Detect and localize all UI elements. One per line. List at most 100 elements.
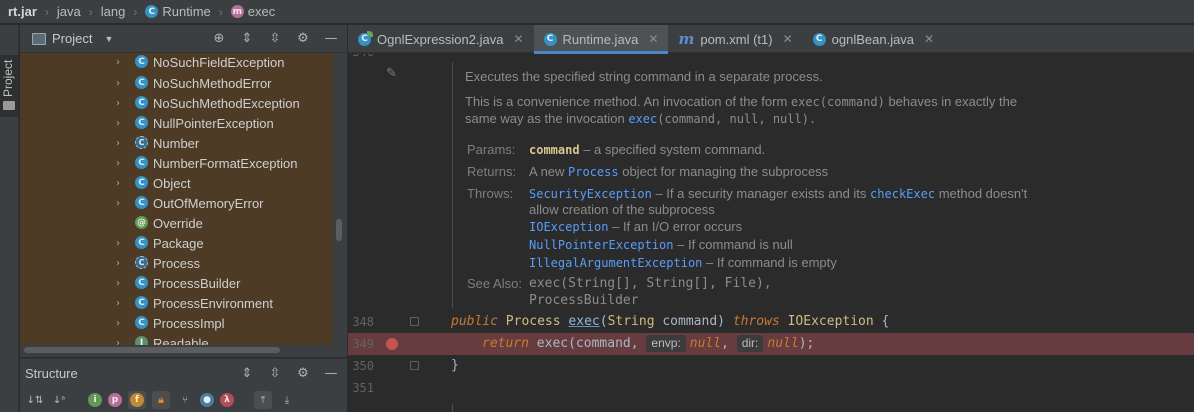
tree-node[interactable]: › C ProcessBuilder	[20, 273, 333, 293]
doc-throws-continuation: allow creation of the subprocess	[529, 202, 715, 217]
tree-node[interactable]: › I Readable	[20, 333, 333, 345]
project-panel-header: Project ▼ ⊕ ⇕ ⇳ ⚙ —	[20, 25, 347, 53]
code-editor[interactable]: 346 ✎ Executes the specified string comm…	[348, 54, 1194, 412]
rendered-javadoc: Executes the specified string command in…	[452, 62, 1192, 308]
doc-link-process[interactable]: Process	[568, 165, 619, 179]
tab-ognlexpression2[interactable]: C OgnlExpression2.java ✕	[348, 25, 534, 53]
folder-icon	[3, 101, 15, 110]
doc-link-exec-overload[interactable]: exec(String[], String[], File),	[529, 276, 772, 291]
chevron-right-icon[interactable]: ›	[116, 138, 120, 149]
show-fields-icon[interactable]: ●	[200, 393, 214, 407]
minimize-icon[interactable]: —	[323, 365, 339, 381]
breadcrumb-item-java[interactable]: java	[57, 4, 81, 19]
tab-pom-xml[interactable]: m pom.xml (t1) ✕	[668, 25, 802, 53]
class-icon: C	[135, 76, 148, 89]
chevron-right-icon: ›	[44, 4, 49, 19]
class-icon: C	[358, 30, 373, 46]
code-text: }	[451, 358, 459, 373]
tree-node[interactable]: › C NoSuchMethodError	[20, 73, 333, 93]
chevron-right-icon[interactable]: ›	[116, 318, 120, 329]
close-icon[interactable]: ✕	[648, 32, 658, 46]
line-number: 351	[352, 381, 374, 395]
show-non-public-toggle[interactable]: 🔒︎	[152, 391, 170, 409]
chevron-right-icon[interactable]: ›	[116, 118, 120, 129]
tab-runtime[interactable]: C Runtime.java ✕	[533, 25, 669, 54]
tree-node[interactable]: › C Object	[20, 173, 333, 193]
collapse-all-icon[interactable]: ⇳	[267, 365, 283, 381]
chevron-right-icon: ›	[88, 4, 93, 19]
breakpoint-icon[interactable]	[386, 338, 398, 350]
class-icon: C	[812, 32, 826, 46]
show-inherited-icon[interactable]: i	[88, 393, 102, 407]
chevron-right-icon[interactable]: ›	[116, 98, 120, 109]
sort-alpha-icon[interactable]: ↓ᵃ	[50, 391, 68, 409]
doc-summary: Executes the specified string command in…	[465, 69, 823, 84]
doc-link-checkexec[interactable]: checkExec	[870, 187, 935, 201]
chevron-right-icon[interactable]: ›	[116, 158, 120, 169]
expand-all-icon[interactable]: ⇕	[239, 365, 255, 381]
chevron-right-icon[interactable]: ›	[116, 57, 120, 68]
doc-link-ioexception[interactable]: IOException	[529, 220, 608, 234]
autoscroll-to-source-icon[interactable]: ⤒	[254, 391, 272, 409]
tree-node[interactable]: › C OutOfMemoryError	[20, 193, 333, 213]
doc-tags: Params: command – a specified system com…	[467, 134, 1167, 308]
chevron-right-icon[interactable]: ›	[116, 338, 120, 346]
tree-node[interactable]: @ Override	[20, 213, 333, 233]
chevron-right-icon[interactable]: ›	[116, 258, 120, 269]
chevron-right-icon[interactable]: ›	[116, 178, 120, 189]
chevron-right-icon[interactable]: ›	[116, 278, 120, 289]
fold-icon[interactable]	[410, 317, 419, 326]
tree-node[interactable]: › C NullPointerException	[20, 113, 333, 133]
show-lambdas-icon[interactable]: λ	[220, 393, 234, 407]
doc-link-npe[interactable]: NullPointerException	[529, 238, 674, 252]
tree-node[interactable]: › C NoSuchMethodException	[20, 93, 333, 113]
minimize-icon[interactable]: —	[323, 31, 339, 47]
tree-node[interactable]: › C NumberFormatException	[20, 153, 333, 173]
chevron-right-icon[interactable]: ›	[116, 198, 120, 209]
vertical-scrollbar[interactable]	[336, 219, 342, 241]
doc-link-securityexception[interactable]: SecurityException	[529, 187, 652, 201]
show-properties-icon[interactable]: p	[108, 393, 122, 407]
tree-node[interactable]: › C Process	[20, 253, 333, 273]
breadcrumb-item-exec[interactable]: m exec	[230, 4, 275, 19]
maven-icon: m	[678, 30, 695, 48]
close-icon[interactable]: ✕	[924, 32, 934, 46]
expand-all-icon[interactable]: ⇕	[239, 31, 255, 47]
sort-visibility-icon[interactable]: ↓⇅	[26, 391, 44, 409]
fold-icon[interactable]	[410, 361, 419, 370]
doc-link-processbuilder[interactable]: ProcessBuilder	[529, 293, 639, 308]
gear-icon[interactable]: ⚙	[295, 31, 311, 47]
chevron-right-icon[interactable]: ›	[116, 78, 120, 89]
gear-icon[interactable]: ⚙	[295, 365, 311, 381]
show-anonymous-icon[interactable]: ⑂	[176, 391, 194, 409]
chevron-right-icon[interactable]: ›	[116, 238, 120, 249]
tab-ognlbean[interactable]: C ognlBean.java ✕	[803, 25, 944, 53]
doc-link-exec[interactable]: exec	[628, 112, 657, 126]
tree-node[interactable]: › C Number	[20, 133, 333, 153]
chevron-right-icon[interactable]: ›	[116, 298, 120, 309]
tree-node[interactable]: › C ProcessImpl	[20, 313, 333, 333]
close-icon[interactable]: ✕	[513, 32, 523, 46]
parameter-hint: envp:	[646, 335, 686, 352]
tree-node[interactable]: › C Package	[20, 233, 333, 253]
autoscroll-from-source-icon[interactable]: ⤓	[278, 391, 296, 409]
project-stripe-label[interactable]: Project	[1, 60, 15, 97]
tree-node[interactable]: › C ProcessEnvironment	[20, 293, 333, 313]
chevron-down-icon[interactable]: ▼	[104, 34, 113, 44]
doc-params-value: command – a specified system command.	[529, 142, 766, 157]
class-icon: C	[135, 236, 148, 249]
locate-icon[interactable]: ⊕	[211, 31, 227, 47]
doc-link-illegalargumentexception[interactable]: IllegalArgumentException	[529, 256, 702, 270]
close-icon[interactable]: ✕	[783, 32, 793, 46]
collapse-all-icon[interactable]: ⇳	[267, 31, 283, 47]
breadcrumb-item-runtime[interactable]: C Runtime	[145, 4, 211, 19]
pencil-icon[interactable]: ✎	[386, 66, 397, 81]
tree-node[interactable]: › C NoSuchFieldException	[20, 53, 333, 72]
project-view-selector[interactable]: Project ▼	[32, 31, 113, 46]
breadcrumb-item-jar[interactable]: rt.jar	[8, 4, 37, 19]
horizontal-scrollbar[interactable]	[24, 347, 280, 353]
code-line-349: 349 return exec(command, envp: null, dir:…	[348, 333, 1194, 355]
show-fields-toggle[interactable]: f	[128, 391, 146, 409]
breadcrumb-item-lang[interactable]: lang	[101, 4, 126, 19]
line-number: 349	[352, 337, 374, 351]
